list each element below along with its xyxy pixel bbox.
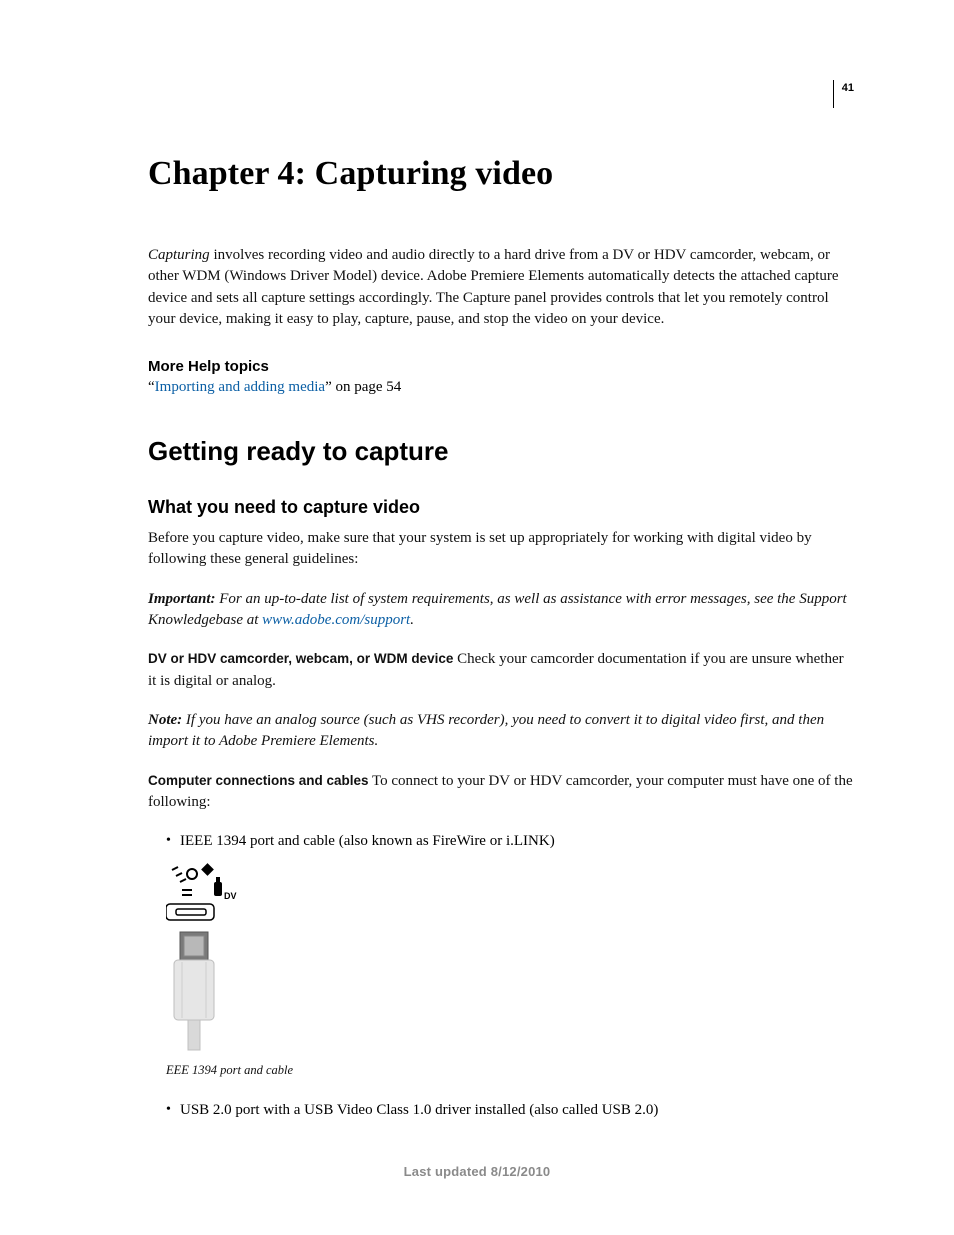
important-after: . [410, 612, 414, 628]
section-heading-getting-ready: Getting ready to capture [148, 436, 854, 467]
intro-lead-word: Capturing [148, 247, 210, 263]
intro-paragraph: Capturing involves recording video and a… [148, 245, 854, 330]
list-item: USB 2.0 port with a USB Video Class 1.0 … [166, 1100, 854, 1121]
ieee1394-port-icon: DV [166, 862, 246, 1052]
ieee1394-figure: DV EEE 1394 port and cable [166, 862, 854, 1078]
intro-rest: involves recording video and audio direc… [148, 247, 839, 327]
dv-device-label: DV or HDV camcorder, webcam, or WDM devi… [148, 651, 453, 666]
note-text: If you have an analog source (such as VH… [148, 712, 824, 749]
p-before-capture: Before you capture video, make sure that… [148, 528, 854, 571]
subsection-what-you-need: What you need to capture video [148, 497, 854, 518]
connections-list-top: IEEE 1394 port and cable (also known as … [148, 831, 854, 852]
more-help-heading: More Help topics [148, 358, 854, 375]
more-help-line: “Importing and adding media” on page 54 [148, 379, 854, 396]
page: 41 Chapter 4: Capturing video Capturing … [0, 0, 954, 1235]
chapter-title: Chapter 4: Capturing video [148, 155, 854, 193]
dv-device-line: DV or HDV camcorder, webcam, or WDM devi… [148, 649, 854, 692]
connections-list-bottom: USB 2.0 port with a USB Video Class 1.0 … [148, 1100, 854, 1121]
ieee1394-caption: EEE 1394 port and cable [166, 1063, 854, 1078]
more-help-link[interactable]: Importing and adding media [155, 379, 325, 395]
page-number: 41 [833, 80, 854, 108]
important-before: For an up-to-date list of system require… [148, 591, 847, 628]
connections-line: Computer connections and cables To conne… [148, 771, 854, 814]
adobe-support-link[interactable]: www.adobe.com/support [262, 612, 410, 628]
page-footer: Last updated 8/12/2010 [0, 1164, 954, 1179]
note-label: Note: [148, 712, 182, 728]
important-note: Important: For an up-to-date list of sys… [148, 589, 854, 632]
dv-label: DV [224, 891, 237, 901]
important-label: Important: [148, 591, 216, 607]
connections-label: Computer connections and cables [148, 773, 369, 788]
more-help-after: ” on page 54 [325, 379, 401, 395]
quote-open: “ [148, 379, 155, 395]
analog-note: Note: If you have an analog source (such… [148, 710, 854, 753]
list-item: IEEE 1394 port and cable (also known as … [166, 831, 854, 852]
